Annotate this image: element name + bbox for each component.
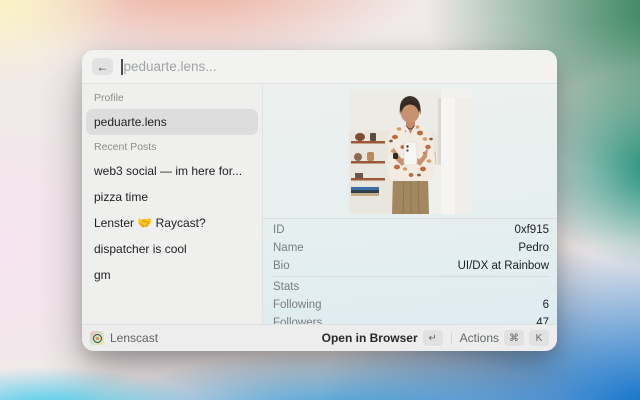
section-header-profile: Profile	[82, 89, 262, 107]
meta-row-bio: Bio UI/DX at Rainbow	[273, 257, 549, 275]
meta-value: 47	[536, 317, 549, 324]
list-item-post-4[interactable]: dispatcher is cool	[86, 236, 258, 262]
raycast-window: ← Profile peduarte.lens Recent Posts web…	[82, 50, 557, 351]
list-item-post-5[interactable]: gm	[86, 262, 258, 288]
back-button[interactable]: ←	[92, 58, 113, 75]
lenscast-icon	[90, 331, 104, 345]
meta-value: UI/DX at Rainbow	[458, 260, 549, 272]
meta-label: ID	[273, 224, 285, 236]
list-item-post-2[interactable]: pizza time	[86, 184, 258, 210]
footer-actions: Open in Browser ↵ Actions ⌘ K	[322, 330, 549, 346]
meta-value: 6	[543, 299, 549, 311]
metadata-list: ID 0xf915 Name Pedro Bio UI/DX at Rainbo…	[263, 219, 557, 324]
search-input-field[interactable]	[124, 59, 548, 74]
meta-row-followers: Followers 47	[273, 314, 549, 324]
meta-row-name: Name Pedro	[273, 239, 549, 257]
text-caret	[121, 59, 123, 75]
search-bar: ←	[82, 50, 557, 84]
meta-label: Bio	[273, 260, 290, 272]
search-input[interactable]	[121, 50, 547, 83]
results-list: Profile peduarte.lens Recent Posts web3 …	[82, 84, 263, 324]
list-item-profile[interactable]: peduarte.lens	[86, 109, 258, 135]
list-item-post-1[interactable]: web3 social — im here for...	[86, 158, 258, 184]
back-arrow-icon: ←	[97, 60, 109, 74]
meta-value: 0xf915	[514, 224, 549, 236]
stats-divider	[273, 276, 549, 277]
profile-photo	[349, 89, 472, 214]
lens-ring-icon	[93, 334, 102, 343]
detail-panel: ID 0xf915 Name Pedro Bio UI/DX at Rainbo…	[263, 84, 557, 324]
meta-label: Following	[273, 299, 322, 311]
return-key-badge: ↵	[423, 330, 443, 346]
meta-value: Pedro	[518, 242, 549, 254]
list-item-post-3[interactable]: Lenster 🤝 Raycast?	[86, 210, 258, 236]
actions-button[interactable]: Actions	[460, 331, 499, 345]
section-header-recent-posts: Recent Posts	[82, 138, 262, 156]
meta-row-id: ID 0xf915	[273, 221, 549, 239]
meta-label: Name	[273, 242, 304, 254]
stats-header-row: Stats	[273, 278, 549, 296]
command-key-badge: ⌘	[504, 330, 524, 346]
k-key-badge: K	[529, 330, 549, 346]
stats-header: Stats	[273, 281, 299, 293]
app-name: Lenscast	[110, 331, 158, 345]
action-bar: Lenscast Open in Browser ↵ Actions ⌘ K	[82, 324, 557, 351]
open-in-browser-button[interactable]: Open in Browser	[322, 331, 418, 345]
content-area: Profile peduarte.lens Recent Posts web3 …	[82, 84, 557, 324]
footer-divider	[451, 332, 452, 344]
meta-row-following: Following 6	[273, 296, 549, 314]
meta-label: Followers	[273, 317, 322, 324]
